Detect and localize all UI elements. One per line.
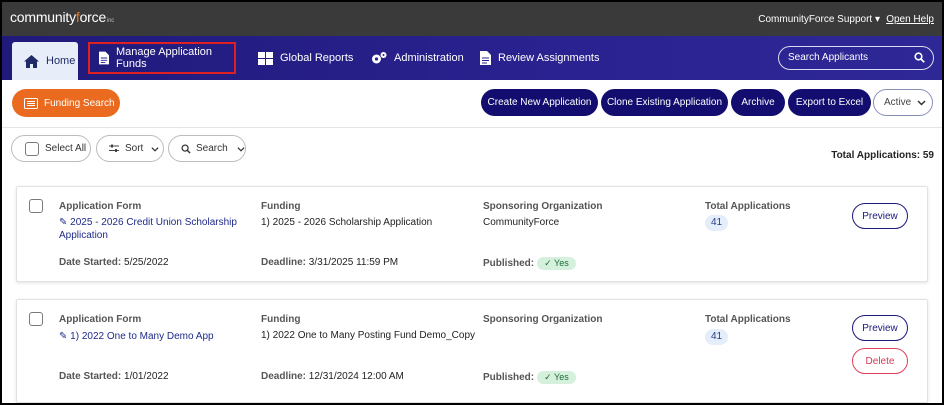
funding-search-button[interactable]: Funding Search: [12, 89, 120, 117]
funding-search-label: Funding Search: [44, 97, 115, 109]
preview-button[interactable]: Preview: [852, 315, 908, 341]
application-form-name: 2025 - 2026 Credit Union Scholarship: [70, 217, 237, 228]
row-checkbox[interactable]: [29, 199, 43, 213]
preview-button[interactable]: Preview: [852, 203, 908, 229]
sliders-icon: [109, 144, 119, 152]
published-yes: Yes: [554, 372, 569, 382]
published-yes: Yes: [554, 258, 569, 268]
action-toolbar: Funding Search Create New Application Cl…: [2, 80, 942, 128]
select-all-checkbox[interactable]: [25, 141, 39, 156]
open-help-link[interactable]: Open Help: [886, 14, 934, 25]
search-placeholder: Search Applicants: [788, 52, 869, 63]
total-applications-badge: 41: [705, 329, 729, 345]
sort-label: Sort: [125, 143, 144, 154]
search-dropdown[interactable]: Search: [168, 135, 246, 162]
date-started-label: Date Started:: [59, 257, 122, 268]
application-form-name: 1) 2022 One to Many Demo App: [70, 331, 214, 342]
tab-administration-label: Administration: [394, 52, 464, 64]
status-value: Active: [884, 97, 912, 108]
date-started-value: 1/01/2022: [124, 371, 169, 382]
main-nav: Home Manage Application Funds Global Rep…: [2, 36, 942, 80]
deadline-value: 3/31/2025 11:59 PM: [308, 257, 399, 268]
create-new-application-button[interactable]: Create New Application: [481, 89, 598, 116]
caret-down-icon: ▾: [874, 14, 880, 25]
logo-text: community: [10, 9, 76, 25]
total-applications-label: Total Applications: [705, 201, 791, 212]
top-bar: communityforceinc CommunityForce Support…: [2, 2, 942, 36]
clone-existing-application-button[interactable]: Clone Existing Application: [601, 89, 728, 116]
date-started-label: Date Started:: [59, 371, 122, 382]
total-applications-badge: 41: [705, 215, 729, 231]
list-icon: [24, 97, 38, 109]
logo-text-end: orce: [79, 9, 107, 25]
edit-icon: ✎: [59, 217, 68, 228]
chevron-down-icon: [917, 100, 926, 106]
grid-icon: [258, 51, 273, 65]
support-menu[interactable]: CommunityForce Support ▾: [758, 14, 880, 25]
deadline-value: 12/31/2024 12:00 AM: [308, 371, 404, 382]
select-all-label: Select All: [45, 143, 87, 154]
tab-administration[interactable]: Administration: [371, 42, 464, 74]
total-applications-count: Total Applications: 59: [831, 150, 934, 161]
published-label: Published:: [483, 258, 535, 269]
application-card: Application Form ✎ 1) 2022 One to Many D…: [16, 299, 928, 403]
sponsoring-org-label: Sponsoring Organization: [483, 201, 603, 212]
app-frame: communityforceinc CommunityForce Support…: [2, 2, 942, 403]
tab-review-assignments-label: Review Assignments: [498, 52, 600, 64]
funding-value: 1) 2022 One to Many Posting Fund Demo_Co…: [261, 330, 476, 341]
sponsoring-org-value: CommunityForce: [483, 217, 560, 228]
row-checkbox[interactable]: [29, 312, 43, 326]
delete-button[interactable]: Delete: [852, 348, 908, 374]
home-icon: [24, 54, 39, 68]
funding-label: Funding: [261, 201, 301, 212]
application-form-link[interactable]: ✎ 2025 - 2026 Credit Union Scholarship A…: [59, 216, 237, 242]
chevron-down-icon: [151, 146, 159, 152]
application-form-label: Application Form: [59, 314, 142, 325]
date-started-value: 5/25/2022: [124, 257, 169, 268]
search-applicants-input[interactable]: Search Applicants: [778, 46, 934, 70]
sponsoring-org-label: Sponsoring Organization: [483, 314, 603, 325]
tab-global-reports[interactable]: Global Reports: [258, 42, 353, 74]
published-badge: ✓ Yes: [537, 371, 576, 384]
tab-manage-application-funds[interactable]: Manage Application Funds: [88, 42, 236, 74]
published-badge: ✓ Yes: [537, 257, 576, 270]
funding-label: Funding: [261, 314, 301, 325]
tab-home-label: Home: [46, 55, 76, 67]
support-label: CommunityForce Support: [758, 14, 873, 25]
tab-global-reports-label: Global Reports: [280, 52, 354, 64]
application-form-link[interactable]: ✎ 1) 2022 One to Many Demo App: [59, 330, 214, 343]
tab-manage-funds-label: Manage Application Funds: [116, 46, 213, 70]
sort-dropdown[interactable]: Sort: [96, 135, 164, 162]
document-icon: [99, 51, 110, 65]
export-to-excel-button[interactable]: Export to Excel: [788, 89, 871, 116]
tab-review-assignments[interactable]: Review Assignments: [480, 42, 600, 74]
archive-button[interactable]: Archive: [731, 89, 785, 116]
total-applications-label: Total Applications: [705, 314, 791, 325]
application-card: Application Form ✎ 2025 - 2026 Credit Un…: [16, 186, 928, 282]
chevron-down-icon: [237, 146, 245, 152]
deadline-label: Deadline:: [261, 257, 307, 268]
document-icon: [480, 51, 491, 65]
status-select[interactable]: Active: [873, 89, 933, 116]
deadline-label: Deadline:: [261, 371, 307, 382]
published-label: Published:: [483, 372, 535, 383]
tab-home[interactable]: Home: [12, 42, 78, 80]
select-all-toggle[interactable]: Select All: [11, 135, 91, 162]
application-form-name-cont: Application: [59, 230, 108, 241]
logo-suffix: inc: [107, 18, 115, 24]
search-icon: [181, 143, 191, 154]
search-label: Search: [196, 143, 228, 154]
application-form-label: Application Form: [59, 201, 142, 212]
edit-icon: ✎: [59, 331, 68, 342]
search-icon[interactable]: [914, 52, 925, 63]
logo[interactable]: communityforceinc: [10, 9, 114, 25]
gears-icon: [372, 52, 387, 64]
funding-value: 1) 2025 - 2026 Scholarship Application: [261, 217, 433, 228]
